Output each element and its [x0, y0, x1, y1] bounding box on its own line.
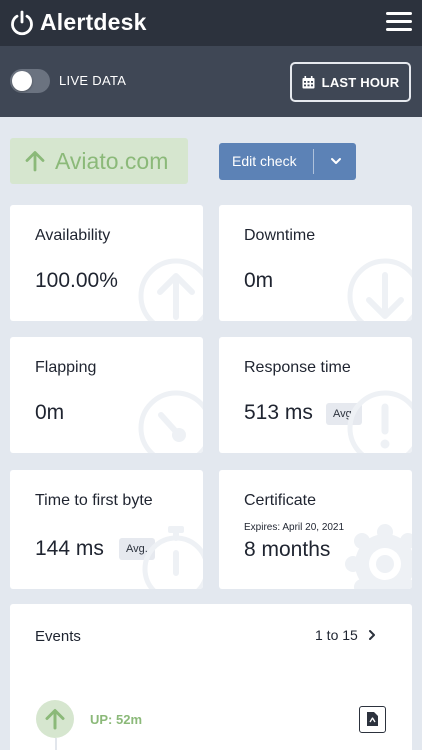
- app-header: Alertdesk: [0, 0, 422, 46]
- certificate-expiry: Expires: April 20, 2021: [244, 522, 345, 533]
- events-title: Events: [35, 628, 81, 645]
- chevron-down-icon[interactable]: [330, 156, 342, 166]
- events-card: Events 1 to 15 UP: 52m: [10, 604, 412, 750]
- certificate-value: 8 months: [244, 538, 331, 561]
- alert-circle-icon: [347, 390, 412, 453]
- time-range-button[interactable]: LAST HOUR: [290, 62, 411, 102]
- certificate-badge-icon: [345, 524, 412, 589]
- event-up-icon: [36, 700, 74, 738]
- flapping-title: Flapping: [35, 359, 97, 376]
- response-time-title: Response time: [244, 359, 351, 376]
- availability-value: 100.00%: [35, 269, 118, 292]
- site-status-chip: Aviato.com: [10, 138, 188, 184]
- divider: [313, 149, 314, 174]
- certificate-card[interactable]: Certificate Expires: April 20, 2021 8 mo…: [219, 470, 412, 589]
- flapping-value: 0m: [35, 401, 65, 424]
- stopwatch-icon: [142, 526, 203, 589]
- downtime-title: Downtime: [244, 227, 316, 244]
- toolbar: LIVE DATA LAST HOUR: [0, 46, 422, 117]
- event-report-button[interactable]: [359, 706, 386, 733]
- time-range-label: LAST HOUR: [321, 74, 400, 90]
- ttfb-title: Time to first byte: [35, 492, 153, 509]
- toggle-knob: [12, 71, 32, 91]
- document-icon: [367, 712, 378, 726]
- availability-card[interactable]: Availability 100.00%: [10, 205, 203, 321]
- downtime-card[interactable]: Downtime 0m: [219, 205, 412, 321]
- power-icon: [11, 10, 33, 35]
- clock-icon: [138, 390, 203, 453]
- event-status: UP: 52m: [90, 712, 143, 727]
- live-data-label: LIVE DATA: [59, 73, 127, 88]
- arrow-up-icon: [45, 709, 65, 730]
- hamburger-menu-icon[interactable]: [386, 12, 412, 34]
- brand[interactable]: Alertdesk: [10, 9, 147, 36]
- site-name: Aviato.com: [55, 147, 169, 174]
- edit-check-label: Edit check: [232, 153, 297, 169]
- response-time-value: 513 ms: [244, 401, 313, 424]
- events-pagination: 1 to 15: [315, 627, 358, 643]
- edit-check-button[interactable]: Edit check: [219, 143, 356, 180]
- arrow-up-icon: [25, 151, 45, 172]
- timeline-connector: [55, 738, 57, 750]
- chevron-right-icon[interactable]: [367, 629, 377, 641]
- calendar-icon: [302, 75, 315, 88]
- availability-title: Availability: [35, 227, 111, 244]
- certificate-title: Certificate: [244, 492, 317, 509]
- response-time-card[interactable]: Response time 513 ms Avg.: [219, 337, 412, 453]
- flapping-card[interactable]: Flapping 0m: [10, 337, 203, 453]
- downtime-value: 0m: [244, 269, 274, 292]
- live-data-toggle[interactable]: [10, 69, 50, 93]
- ttfb-card[interactable]: Time to first byte 144 ms Avg.: [10, 470, 203, 589]
- arrow-down-circle-icon: [347, 258, 412, 321]
- arrow-up-circle-icon: [138, 258, 203, 321]
- ttfb-value: 144 ms: [35, 537, 104, 560]
- app-title: Alertdesk: [40, 9, 147, 35]
